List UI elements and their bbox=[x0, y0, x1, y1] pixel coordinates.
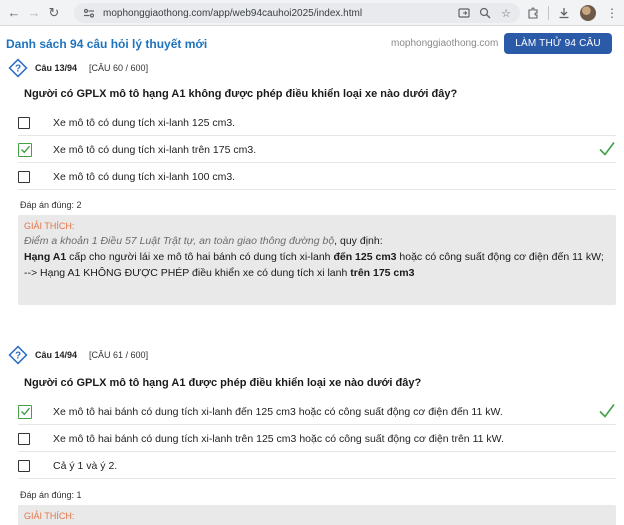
question-text: Người có GPLX mô tô hạng A1 không được p… bbox=[24, 88, 458, 100]
svg-text:?: ? bbox=[15, 351, 21, 362]
question-number: Câu 14/94 bbox=[35, 350, 78, 360]
option-checkbox[interactable] bbox=[18, 116, 30, 129]
explanation-bold: đến 125 cm3 bbox=[333, 251, 397, 263]
explanation-text: --> Hạng A1 KHÔNG ĐƯỢC PHÉP điều khiển x… bbox=[24, 267, 351, 279]
download-icon[interactable] bbox=[555, 3, 573, 23]
explanation-text: cấp cho người lái xe mô tô hai bánh có d… bbox=[66, 251, 334, 263]
question-text: Người có GPLX mô tô hạng A1 được phép đi… bbox=[24, 377, 422, 389]
option-3[interactable]: Xe mô tô có dung tích xi-lanh 100 cm3. bbox=[18, 164, 616, 190]
correct-answer: Đáp án đúng: 2 bbox=[20, 200, 82, 210]
question-ref: [CÂU 61 / 600] bbox=[89, 350, 149, 360]
explanation-line: --> Hạng A1 KHÔNG ĐƯỢC PHÉP điều khiển x… bbox=[24, 265, 610, 281]
option-2[interactable]: Xe mô tô có dung tích xi-lanh trên 175 c… bbox=[18, 137, 616, 163]
option-text: Xe mô tô hai bánh có dung tích xi-lanh t… bbox=[53, 432, 504, 445]
explanation-label: GIẢI THÍCH: bbox=[24, 221, 75, 231]
law-reference: Điểm a khoản 1 Điều 57 Luật Trật tự, an … bbox=[24, 235, 335, 247]
question-diamond-icon: ? bbox=[8, 345, 28, 365]
question-header: ? Câu 13/94 [CÂU 60 / 600] bbox=[8, 58, 148, 78]
option-checkbox-checked[interactable] bbox=[18, 142, 32, 157]
option-checkbox[interactable] bbox=[18, 459, 30, 472]
forward-icon[interactable]: → bbox=[24, 3, 44, 23]
question-header: ? Câu 14/94 [CÂU 61 / 600] bbox=[8, 345, 148, 365]
option-text: Xe mô tô có dung tích xi-lanh 100 cm3. bbox=[53, 170, 236, 183]
option-1[interactable]: Xe mô tô có dung tích xi-lanh 125 cm3. bbox=[18, 110, 616, 136]
svg-text:?: ? bbox=[15, 64, 21, 75]
option-checkbox-checked[interactable] bbox=[18, 404, 32, 419]
question-ref: [CÂU 60 / 600] bbox=[89, 63, 149, 73]
explanation-line: Hạng A1 cấp cho người lái xe mô tô hai b… bbox=[24, 249, 610, 265]
option-text: Xe mô tô có dung tích xi-lanh 125 cm3. bbox=[53, 116, 236, 129]
explanation-bold: Hạng A1 bbox=[24, 251, 67, 263]
explanation-box: GIẢI THÍCH: bbox=[18, 505, 616, 525]
question-number: Câu 13/94 bbox=[35, 63, 78, 73]
url-text: mophonggiaothong.com/app/web94cauhoi2025… bbox=[103, 7, 363, 19]
explanation-bold: trên 175 cm3 bbox=[350, 267, 415, 279]
question-diamond-icon: ? bbox=[8, 58, 28, 78]
option-2[interactable]: Xe mô tô hai bánh có dung tích xi-lanh t… bbox=[18, 426, 616, 452]
checkbox-check-icon bbox=[20, 145, 30, 154]
zoom-icon[interactable] bbox=[477, 5, 493, 21]
bookmark-star-icon[interactable]: ☆ bbox=[498, 5, 514, 21]
browser-toolbar: ← → ↻ mophonggiaothong.com/app/web94cauh… bbox=[0, 0, 624, 26]
back-icon[interactable]: ← bbox=[4, 3, 24, 23]
menu-kebab-icon[interactable]: ⋮ bbox=[603, 3, 621, 23]
option-3[interactable]: Cả ý 1 và ý 2. bbox=[18, 453, 616, 479]
explanation-text: hoặc có công suất động cơ điện đến 11 kW… bbox=[396, 251, 604, 263]
checkbox-check-icon bbox=[20, 407, 30, 416]
explanation-line: Điểm a khoản 1 Điều 57 Luật Trật tự, an … bbox=[24, 233, 610, 249]
address-bar[interactable]: mophonggiaothong.com/app/web94cauhoi2025… bbox=[74, 3, 520, 23]
profile-avatar[interactable] bbox=[579, 3, 597, 23]
open-in-app-icon[interactable] bbox=[456, 5, 472, 21]
extensions-icon[interactable] bbox=[524, 3, 542, 23]
correct-check-icon bbox=[599, 404, 615, 418]
option-text: Xe mô tô có dung tích xi-lanh trên 175 c… bbox=[53, 143, 257, 156]
option-text: Cả ý 1 và ý 2. bbox=[53, 459, 118, 472]
explanation-text: , quy định: bbox=[334, 235, 383, 247]
correct-answer: Đáp án đúng: 1 bbox=[20, 490, 82, 500]
correct-check-icon bbox=[599, 142, 615, 156]
site-name[interactable]: mophonggiaothong.com bbox=[391, 38, 498, 49]
option-checkbox[interactable] bbox=[18, 170, 30, 183]
option-1[interactable]: Xe mô tô hai bánh có dung tích xi-lanh đ… bbox=[18, 399, 616, 425]
explanation-label: GIẢI THÍCH: bbox=[24, 511, 75, 521]
explanation-box: GIẢI THÍCH: Điểm a khoản 1 Điều 57 Luật … bbox=[18, 215, 616, 305]
try-94-button[interactable]: LÀM THỬ 94 CÂU bbox=[504, 33, 612, 54]
toolbar-separator bbox=[548, 6, 549, 20]
option-text: Xe mô tô hai bánh có dung tích xi-lanh đ… bbox=[53, 405, 503, 418]
site-info-icon[interactable] bbox=[81, 5, 97, 21]
page-title: Danh sách 94 câu hỏi lý thuyết mới bbox=[6, 37, 208, 51]
option-checkbox[interactable] bbox=[18, 432, 30, 445]
reload-icon[interactable]: ↻ bbox=[44, 3, 64, 23]
